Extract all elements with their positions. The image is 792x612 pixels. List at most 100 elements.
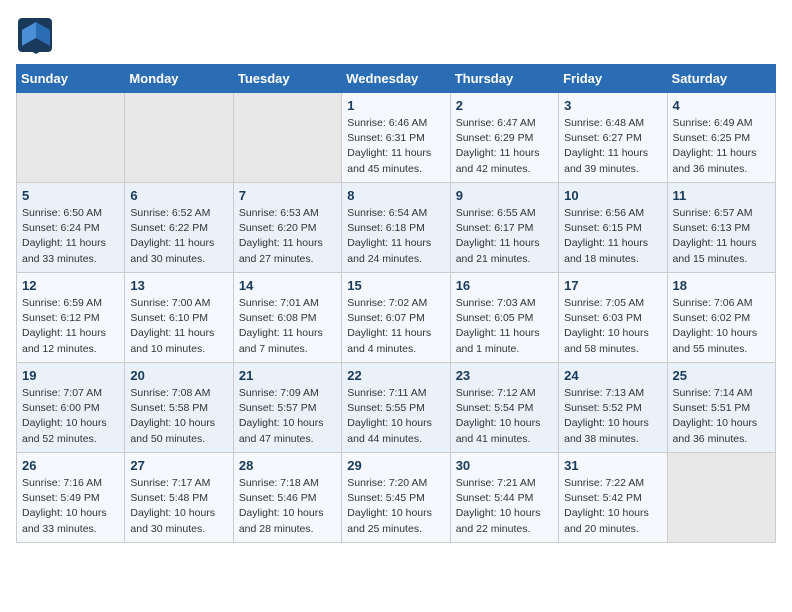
calendar-cell (125, 93, 233, 183)
calendar-cell: 13 Sunrise: 7:00 AM Sunset: 6:10 PM Dayli… (125, 273, 233, 363)
day-info: Sunrise: 7:20 AM Sunset: 5:45 PM Dayligh… (347, 476, 444, 537)
day-number: 7 (239, 188, 336, 203)
calendar-cell: 7 Sunrise: 6:53 AM Sunset: 6:20 PM Daylig… (233, 183, 341, 273)
calendar-cell: 15 Sunrise: 7:02 AM Sunset: 6:07 PM Dayli… (342, 273, 450, 363)
day-info: Sunrise: 6:55 AM Sunset: 6:17 PM Dayligh… (456, 206, 553, 267)
calendar-cell: 3 Sunrise: 6:48 AM Sunset: 6:27 PM Daylig… (559, 93, 667, 183)
day-number: 17 (564, 278, 661, 293)
day-info: Sunrise: 6:57 AM Sunset: 6:13 PM Dayligh… (673, 206, 770, 267)
calendar-cell: 6Sunrise: 6:52 AM Sunset: 6:22 PM Daylig… (125, 183, 233, 273)
logo (16, 16, 56, 54)
day-number: 11 (673, 188, 770, 203)
day-number: 21 (239, 368, 336, 383)
day-info: Sunrise: 6:46 AM Sunset: 6:31 PM Dayligh… (347, 116, 444, 177)
day-info: Sunrise: 7:02 AM Sunset: 6:07 PM Dayligh… (347, 296, 444, 357)
calendar-cell: 9 Sunrise: 6:55 AM Sunset: 6:17 PM Daylig… (450, 183, 558, 273)
header-cell-saturday: Saturday (667, 65, 775, 93)
day-info: Sunrise: 6:52 AM Sunset: 6:22 PM Dayligh… (130, 206, 227, 267)
day-number: 27 (130, 458, 227, 473)
calendar-cell: 28Sunrise: 7:18 AM Sunset: 5:46 PM Dayli… (233, 453, 341, 543)
calendar-cell: 1 Sunrise: 6:46 AM Sunset: 6:31 PM Daylig… (342, 93, 450, 183)
day-info: Sunrise: 6:47 AM Sunset: 6:29 PM Dayligh… (456, 116, 553, 177)
calendar-cell: 20 Sunrise: 7:08 AM Sunset: 5:58 PM Dayli… (125, 363, 233, 453)
day-info: Sunrise: 7:05 AM Sunset: 6:03 PM Dayligh… (564, 296, 661, 357)
header-cell-thursday: Thursday (450, 65, 558, 93)
calendar-week-row: 12Sunrise: 6:59 AM Sunset: 6:12 PM Dayli… (17, 273, 776, 363)
calendar-week-row: 1 Sunrise: 6:46 AM Sunset: 6:31 PM Daylig… (17, 93, 776, 183)
calendar-cell: 14 Sunrise: 7:01 AM Sunset: 6:08 PM Dayli… (233, 273, 341, 363)
day-info: Sunrise: 7:13 AM Sunset: 5:52 PM Dayligh… (564, 386, 661, 447)
calendar-week-row: 19Sunrise: 7:07 AM Sunset: 6:00 PM Dayli… (17, 363, 776, 453)
calendar-cell: 5 Sunrise: 6:50 AM Sunset: 6:24 PM Daylig… (17, 183, 125, 273)
day-info: Sunrise: 6:49 AM Sunset: 6:25 PM Dayligh… (673, 116, 770, 177)
day-number: 30 (456, 458, 553, 473)
day-number: 18 (673, 278, 770, 293)
day-number: 13 (130, 278, 227, 293)
day-info: Sunrise: 7:00 AM Sunset: 6:10 PM Dayligh… (130, 296, 227, 357)
header-cell-sunday: Sunday (17, 65, 125, 93)
day-info: Sunrise: 7:12 AM Sunset: 5:54 PM Dayligh… (456, 386, 553, 447)
calendar-cell: 11 Sunrise: 6:57 AM Sunset: 6:13 PM Dayli… (667, 183, 775, 273)
day-number: 14 (239, 278, 336, 293)
day-info: Sunrise: 7:22 AM Sunset: 5:42 PM Dayligh… (564, 476, 661, 537)
logo-icon (16, 16, 54, 54)
day-info: Sunrise: 7:08 AM Sunset: 5:58 PM Dayligh… (130, 386, 227, 447)
day-info: Sunrise: 6:56 AM Sunset: 6:15 PM Dayligh… (564, 206, 661, 267)
day-number: 4 (673, 98, 770, 113)
header-cell-tuesday: Tuesday (233, 65, 341, 93)
day-number: 8 (347, 188, 444, 203)
header-cell-friday: Friday (559, 65, 667, 93)
calendar-cell: 2 Sunrise: 6:47 AM Sunset: 6:29 PM Daylig… (450, 93, 558, 183)
day-number: 26 (22, 458, 119, 473)
day-number: 28 (239, 458, 336, 473)
day-info: Sunrise: 7:06 AM Sunset: 6:02 PM Dayligh… (673, 296, 770, 357)
calendar-cell (233, 93, 341, 183)
calendar-cell: 25 Sunrise: 7:14 AM Sunset: 5:51 PM Dayli… (667, 363, 775, 453)
calendar-cell: 21Sunrise: 7:09 AM Sunset: 5:57 PM Dayli… (233, 363, 341, 453)
day-info: Sunrise: 7:21 AM Sunset: 5:44 PM Dayligh… (456, 476, 553, 537)
calendar-table: SundayMondayTuesdayWednesdayThursdayFrid… (16, 64, 776, 543)
day-number: 25 (673, 368, 770, 383)
day-number: 22 (347, 368, 444, 383)
calendar-cell: 17 Sunrise: 7:05 AM Sunset: 6:03 PM Dayli… (559, 273, 667, 363)
day-number: 3 (564, 98, 661, 113)
day-info: Sunrise: 7:14 AM Sunset: 5:51 PM Dayligh… (673, 386, 770, 447)
header-cell-monday: Monday (125, 65, 233, 93)
day-number: 23 (456, 368, 553, 383)
day-number: 9 (456, 188, 553, 203)
calendar-cell: 16 Sunrise: 7:03 AM Sunset: 6:05 PM Dayli… (450, 273, 558, 363)
calendar-cell: 30 Sunrise: 7:21 AM Sunset: 5:44 PM Dayli… (450, 453, 558, 543)
day-info: Sunrise: 6:53 AM Sunset: 6:20 PM Dayligh… (239, 206, 336, 267)
calendar-week-row: 5 Sunrise: 6:50 AM Sunset: 6:24 PM Daylig… (17, 183, 776, 273)
calendar-cell: 31Sunrise: 7:22 AM Sunset: 5:42 PM Dayli… (559, 453, 667, 543)
day-number: 2 (456, 98, 553, 113)
calendar-cell: 29 Sunrise: 7:20 AM Sunset: 5:45 PM Dayli… (342, 453, 450, 543)
calendar-cell: 4 Sunrise: 6:49 AM Sunset: 6:25 PM Daylig… (667, 93, 775, 183)
day-info: Sunrise: 7:17 AM Sunset: 5:48 PM Dayligh… (130, 476, 227, 537)
day-info: Sunrise: 6:50 AM Sunset: 6:24 PM Dayligh… (22, 206, 119, 267)
day-number: 19 (22, 368, 119, 383)
calendar-cell: 24 Sunrise: 7:13 AM Sunset: 5:52 PM Dayli… (559, 363, 667, 453)
day-info: Sunrise: 7:03 AM Sunset: 6:05 PM Dayligh… (456, 296, 553, 357)
day-number: 24 (564, 368, 661, 383)
calendar-cell: 8 Sunrise: 6:54 AM Sunset: 6:18 PM Daylig… (342, 183, 450, 273)
calendar-cell: 10 Sunrise: 6:56 AM Sunset: 6:15 PM Dayli… (559, 183, 667, 273)
calendar-cell: 22Sunrise: 7:11 AM Sunset: 5:55 PM Dayli… (342, 363, 450, 453)
day-number: 29 (347, 458, 444, 473)
calendar-cell: 27 Sunrise: 7:17 AM Sunset: 5:48 PM Dayli… (125, 453, 233, 543)
day-number: 16 (456, 278, 553, 293)
day-number: 1 (347, 98, 444, 113)
day-info: Sunrise: 7:16 AM Sunset: 5:49 PM Dayligh… (22, 476, 119, 537)
calendar-cell (667, 453, 775, 543)
day-info: Sunrise: 6:59 AM Sunset: 6:12 PM Dayligh… (22, 296, 119, 357)
day-info: Sunrise: 6:54 AM Sunset: 6:18 PM Dayligh… (347, 206, 444, 267)
day-info: Sunrise: 7:01 AM Sunset: 6:08 PM Dayligh… (239, 296, 336, 357)
page-header (16, 16, 776, 54)
day-number: 5 (22, 188, 119, 203)
calendar-cell: 12Sunrise: 6:59 AM Sunset: 6:12 PM Dayli… (17, 273, 125, 363)
day-number: 10 (564, 188, 661, 203)
day-number: 20 (130, 368, 227, 383)
day-number: 15 (347, 278, 444, 293)
calendar-cell: 26 Sunrise: 7:16 AM Sunset: 5:49 PM Dayli… (17, 453, 125, 543)
day-info: Sunrise: 6:48 AM Sunset: 6:27 PM Dayligh… (564, 116, 661, 177)
